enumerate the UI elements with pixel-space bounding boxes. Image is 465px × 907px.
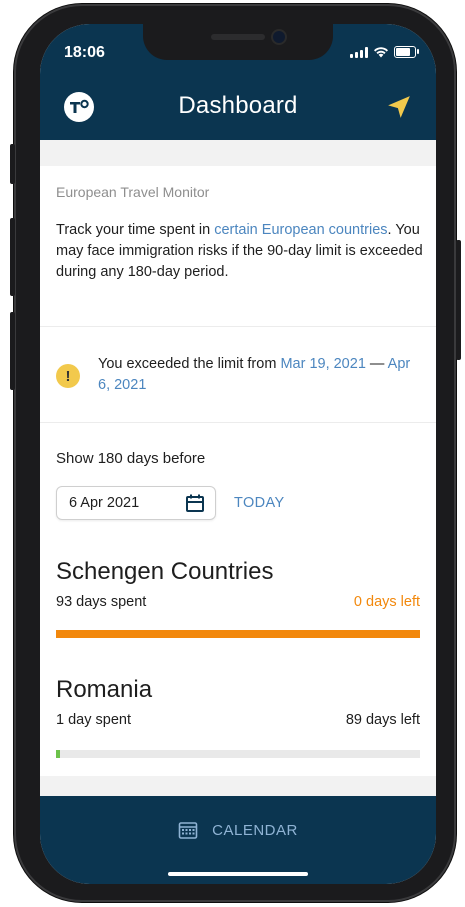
dashboard-content[interactable]: European Travel Monitor Track your time …: [40, 140, 436, 796]
phone-screen: 18:06 Dashboard European Travel Monitor …: [40, 24, 436, 884]
progress-track-schengen: [56, 630, 420, 638]
intro-text-before: Track your time spent in: [56, 222, 215, 238]
date-input[interactable]: 6 Apr 2021: [56, 486, 216, 520]
status-icons: [350, 46, 419, 58]
silent-switch: [10, 144, 15, 184]
warning-icon: !: [56, 364, 80, 388]
home-indicator: [168, 872, 308, 876]
warning-text: You exceeded the limit from Mar 19, 2021…: [98, 354, 424, 396]
countries-link[interactable]: certain European countries: [214, 222, 387, 238]
status-time: 18:06: [64, 44, 105, 61]
calendar-icon[interactable]: [185, 493, 205, 513]
days-spent-romania: 1 day spent: [56, 712, 131, 728]
location-arrow-icon[interactable]: [386, 94, 412, 120]
bottom-tab-bar: CALENDAR: [40, 796, 436, 884]
page-title: Dashboard: [178, 92, 298, 119]
progress-fill-schengen: [56, 630, 420, 638]
days-left-schengen: 0 days left: [353, 594, 420, 610]
divider: [40, 422, 436, 423]
wifi-icon: [374, 47, 388, 58]
intro-subtitle: European Travel Monitor: [56, 184, 210, 200]
progress-track-romania: [56, 750, 420, 758]
warning-message: You exceeded the limit from: [98, 356, 281, 372]
intro-text: Track your time spent in certain Europea…: [56, 220, 424, 283]
volume-up-button: [10, 218, 15, 296]
warning-start-date[interactable]: Mar 19, 2021: [280, 356, 365, 372]
volume-down-button: [10, 312, 15, 390]
date-picker-label: Show 180 days before: [56, 450, 206, 467]
calendar-grid-icon: [178, 822, 198, 839]
divider: [40, 326, 436, 327]
power-button: [456, 240, 461, 360]
region-name-romania: Romania: [56, 676, 153, 703]
days-left-romania: 89 days left: [345, 712, 420, 728]
signal-icon: [350, 46, 368, 58]
battery-icon: [394, 46, 419, 58]
warning-separator: —: [365, 356, 388, 372]
progress-fill-romania: [56, 750, 60, 758]
today-button[interactable]: TODAY: [234, 495, 285, 511]
date-value: 6 Apr 2021: [69, 495, 140, 511]
days-spent-schengen: 93 days spent: [56, 594, 147, 610]
region-name-schengen: Schengen Countries: [56, 558, 274, 585]
dashboard-card: European Travel Monitor Track your time …: [40, 166, 436, 776]
tab-calendar[interactable]: CALENDAR: [40, 820, 436, 840]
device-notch: [143, 24, 333, 60]
tab-calendar-label: CALENDAR: [212, 821, 298, 839]
